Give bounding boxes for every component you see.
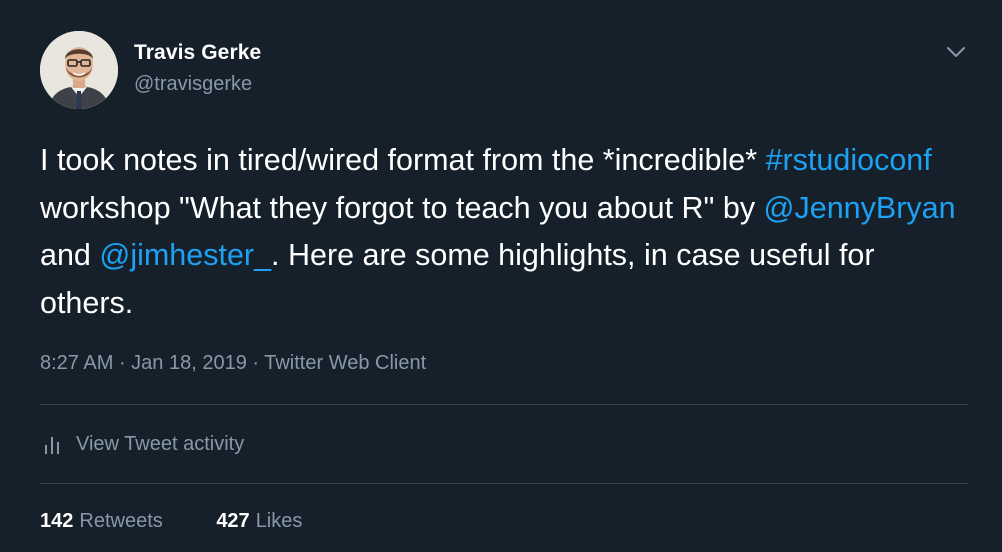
avatar[interactable] <box>40 31 118 109</box>
more-options-button[interactable] <box>944 42 968 62</box>
view-tweet-activity-button[interactable]: View Tweet activity <box>44 430 244 458</box>
retweets-label: Retweets <box>79 510 163 532</box>
tweet-text: I took notes in tired/wired format from … <box>40 137 970 327</box>
mention-link-jimhester[interactable]: @jimhester_ <box>99 238 271 272</box>
view-tweet-activity-label: View Tweet activity <box>76 432 245 455</box>
retweets-stat[interactable]: 142 Retweets <box>40 510 163 533</box>
meta-separator: · <box>246 352 265 374</box>
bar-chart-icon <box>45 437 59 454</box>
chevron-down-icon <box>947 47 965 57</box>
tweet-date[interactable]: Jan 18, 2019 <box>131 352 247 374</box>
mention-link-jennybryan[interactable]: @JennyBryan <box>764 191 956 225</box>
likes-label: Likes <box>255 510 303 532</box>
avatar-image <box>40 31 118 109</box>
meta-separator: · <box>113 352 132 374</box>
likes-stat[interactable]: 427 Likes <box>216 510 302 533</box>
tweet-text-part: and <box>40 238 100 272</box>
tweet-meta: 8:27 AM · Jan 18, 2019 · Twitter Web Cli… <box>40 352 426 375</box>
tweet-time[interactable]: 8:27 AM <box>40 352 113 374</box>
divider <box>40 483 968 484</box>
author-display-name[interactable]: Travis Gerke <box>134 41 261 65</box>
hashtag-link[interactable]: #rstudioconf <box>766 143 932 177</box>
retweets-count: 142 <box>40 510 74 532</box>
author-handle[interactable]: @travisgerke <box>134 73 252 96</box>
divider <box>40 404 968 405</box>
tweet-card: Travis Gerke @travisgerke I took notes i… <box>0 0 1002 552</box>
tweet-text-part: workshop "What they forgot to teach you … <box>40 190 764 225</box>
tweet-source[interactable]: Twitter Web Client <box>264 352 426 374</box>
tweet-stats: 142 Retweets 427 Likes <box>40 510 302 533</box>
likes-count: 427 <box>216 510 250 532</box>
tweet-text-part: I took notes in tired/wired format from … <box>40 143 766 177</box>
